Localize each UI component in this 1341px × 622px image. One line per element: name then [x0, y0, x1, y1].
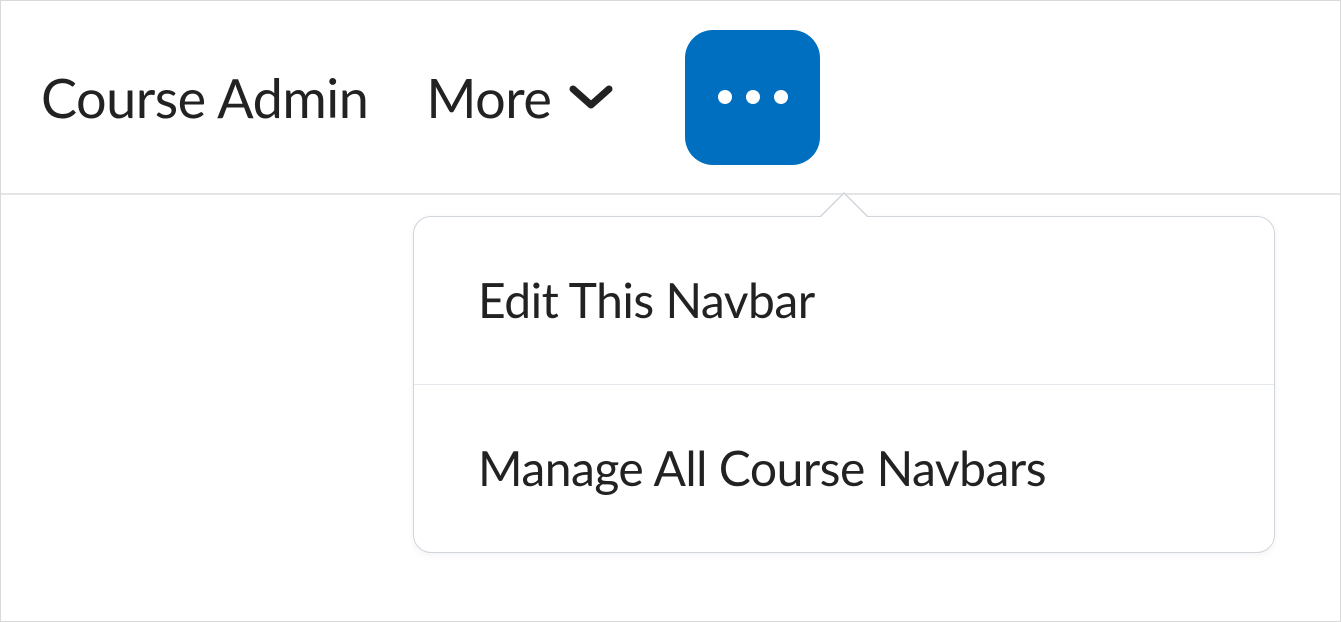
- dropdown-item-label: Edit This Navbar: [478, 272, 815, 329]
- navbar: Course Admin More: [1, 1, 1340, 195]
- ellipsis-icon: [718, 90, 788, 104]
- dot-icon: [718, 90, 732, 104]
- dot-icon: [774, 90, 788, 104]
- nav-item-more[interactable]: More: [426, 65, 613, 130]
- nav-item-label: More: [426, 65, 551, 130]
- nav-item-course-admin[interactable]: Course Admin: [41, 65, 368, 130]
- more-actions-button[interactable]: [685, 30, 820, 165]
- dropdown-item-edit-navbar[interactable]: Edit This Navbar: [414, 217, 1274, 385]
- dropdown-item-label: Manage All Course Navbars: [478, 440, 1046, 497]
- chevron-down-icon: [569, 83, 613, 111]
- dot-icon: [746, 90, 760, 104]
- dropdown-item-manage-navbars[interactable]: Manage All Course Navbars: [414, 385, 1274, 552]
- dropdown-menu: Edit This Navbar Manage All Course Navba…: [413, 216, 1275, 553]
- nav-item-label: Course Admin: [41, 65, 368, 130]
